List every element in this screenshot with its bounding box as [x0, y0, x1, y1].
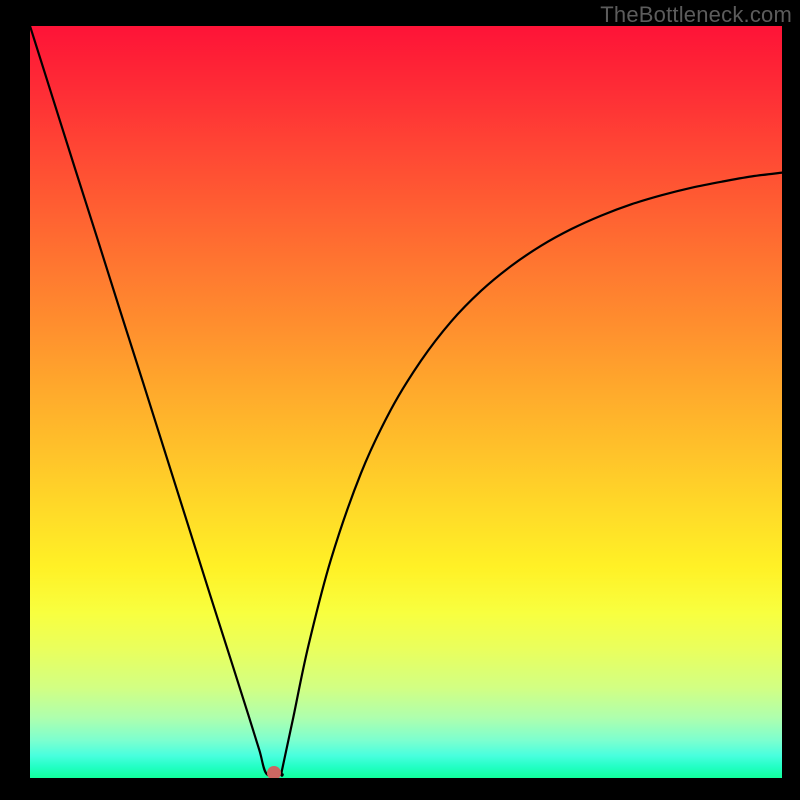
chart-frame: TheBottleneck.com	[0, 0, 800, 800]
watermark-text: TheBottleneck.com	[600, 2, 792, 28]
plot-area	[30, 26, 782, 778]
bottleneck-curve	[30, 26, 782, 778]
minimum-marker	[267, 766, 281, 778]
